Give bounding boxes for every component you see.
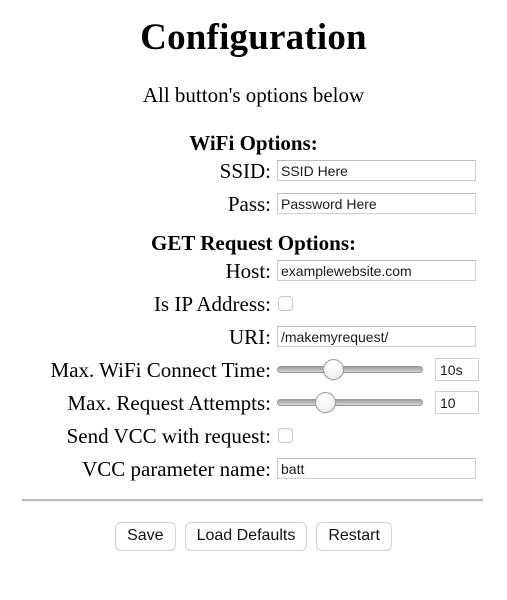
uri-input[interactable]: [277, 326, 476, 347]
control-vcc-parameter-name: [277, 458, 476, 479]
slider-thumb[interactable]: [323, 359, 344, 380]
control-send-vcc: [277, 428, 293, 443]
row-host: Host:: [0, 254, 507, 287]
is-ip-address-checkbox[interactable]: [278, 296, 293, 311]
button-bar: Save Load Defaults Restart: [0, 502, 507, 551]
label-host: Host:: [225, 258, 271, 283]
label-pass: Pass:: [227, 191, 271, 216]
page-subtitle: All button's options below: [142, 83, 365, 107]
send-vcc-checkbox[interactable]: [278, 428, 293, 443]
row-max-request-attempts: Max. Request Attempts: 10: [0, 386, 507, 419]
max-request-attempts-slider[interactable]: [277, 392, 423, 413]
label-is-ip-address: Is IP Address:: [153, 291, 271, 316]
control-max-wifi-connect-time: 10s: [277, 358, 479, 381]
label-uri: URI:: [229, 324, 271, 349]
row-max-wifi-connect-time: Max. WiFi Connect Time: 10s: [0, 353, 507, 386]
divider-wrap: [0, 485, 507, 502]
section-heading-wifi: WiFi Options:: [189, 131, 318, 155]
save-button[interactable]: Save: [115, 522, 176, 551]
control-ssid: [277, 160, 476, 181]
control-uri: [277, 326, 476, 347]
row-ssid: SSID:: [0, 154, 507, 187]
section-heading-get-request: GET Request Options:: [151, 231, 356, 255]
control-pass: [277, 193, 476, 214]
label-max-wifi-connect-time: Max. WiFi Connect Time:: [50, 357, 271, 382]
max-wifi-connect-time-value[interactable]: 10s: [435, 358, 479, 381]
slider-track: [277, 366, 423, 373]
ssid-input[interactable]: [277, 160, 476, 181]
label-vcc-parameter-name: VCC parameter name:: [82, 456, 271, 481]
page-title: Configuration: [140, 17, 367, 58]
host-input[interactable]: [277, 260, 476, 281]
load-defaults-button[interactable]: Load Defaults: [184, 522, 308, 551]
row-uri: URI:: [0, 320, 507, 353]
slider-track: [277, 399, 423, 406]
vcc-parameter-name-input[interactable]: [277, 458, 476, 479]
slider-thumb[interactable]: [315, 392, 336, 413]
label-send-vcc: Send VCC with request:: [66, 423, 271, 448]
control-max-request-attempts: 10: [277, 391, 479, 414]
row-send-vcc: Send VCC with request:: [0, 419, 507, 452]
pass-input[interactable]: [277, 193, 476, 214]
max-request-attempts-value[interactable]: 10: [435, 391, 479, 414]
configuration-page: Configuration All button's options below…: [0, 0, 507, 600]
restart-button[interactable]: Restart: [316, 522, 392, 551]
max-wifi-connect-time-slider[interactable]: [277, 359, 423, 380]
row-vcc-parameter-name: VCC parameter name:: [0, 452, 507, 485]
row-is-ip-address: Is IP Address:: [0, 287, 507, 320]
row-pass: Pass:: [0, 187, 507, 220]
label-max-request-attempts: Max. Request Attempts:: [67, 390, 271, 415]
control-is-ip-address: [277, 296, 293, 311]
label-ssid: SSID:: [219, 158, 271, 183]
control-host: [277, 260, 476, 281]
